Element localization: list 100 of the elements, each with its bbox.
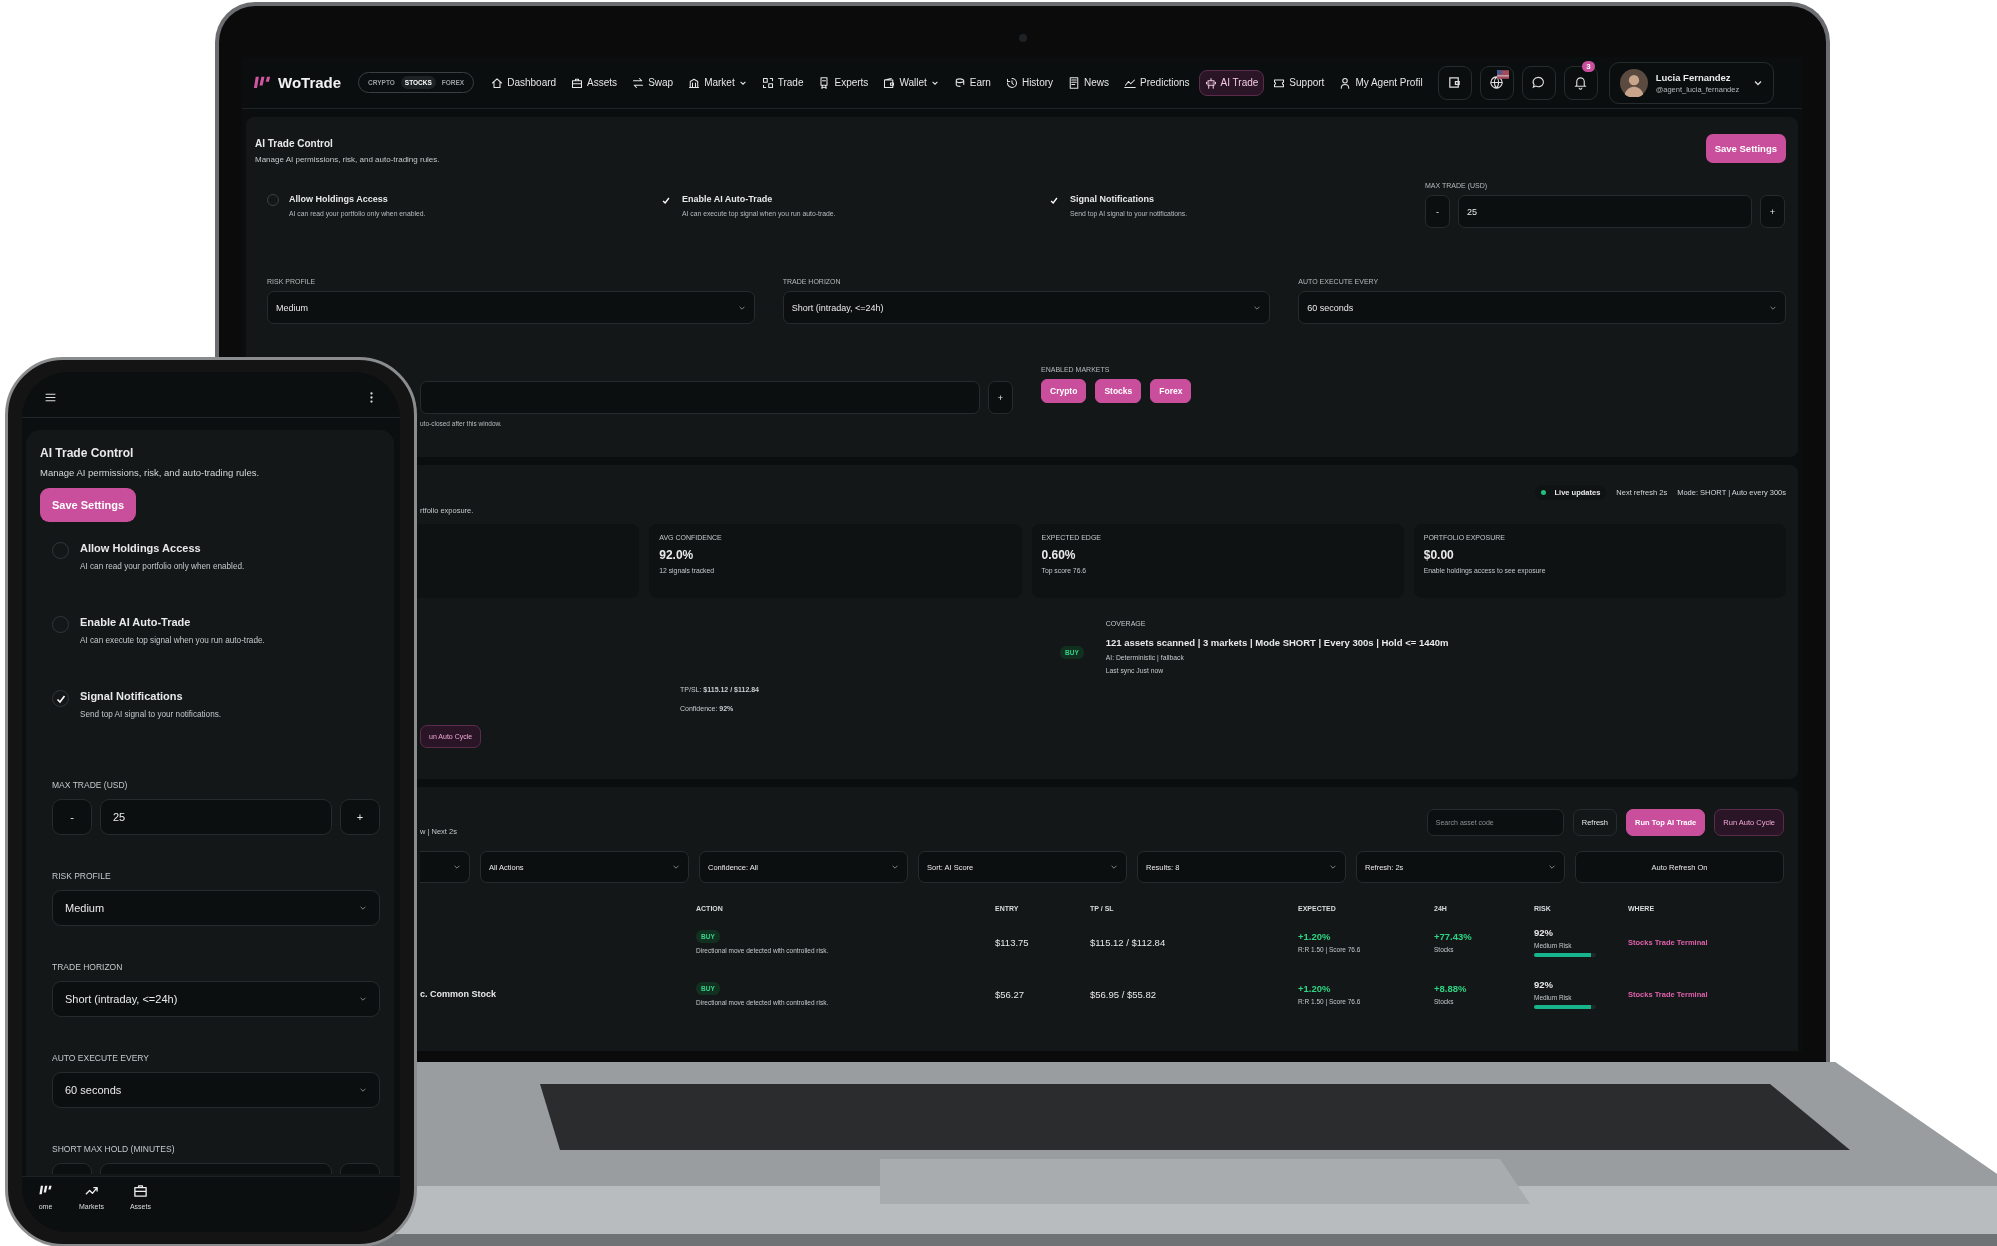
chevron-icon <box>359 1086 367 1094</box>
field-label: RISK PROFILE <box>52 871 112 881</box>
field-label: SHORT MAX HOLD (MINUTES) <box>52 1144 176 1154</box>
expected-return: +1.20% <box>1298 983 1331 994</box>
briefcase-icon <box>571 76 584 89</box>
nav-item[interactable]: Trade <box>755 69 810 96</box>
option-title: Allow Holdings Access <box>289 194 389 204</box>
increase-button[interactable]: + <box>340 799 380 835</box>
chevron-icon <box>672 863 680 871</box>
nav-item[interactable]: Experts <box>812 69 875 96</box>
camera-dot <box>1019 34 1027 42</box>
entry-price: $56.27 <box>995 988 1025 1000</box>
option-title: Allow Holdings Access <box>80 542 202 554</box>
chat-icon <box>1531 75 1547 90</box>
select-field[interactable]: 60 seconds <box>52 1072 380 1108</box>
select-field[interactable]: Medium <box>267 291 755 324</box>
notification-badge: 3 <box>1582 60 1595 72</box>
decrease-button[interactable]: - <box>52 799 92 835</box>
user-icon <box>1339 76 1352 89</box>
wallet-button[interactable] <box>1437 65 1472 100</box>
language-button[interactable] <box>1479 65 1514 100</box>
panel-title: AI Trade Control <box>40 446 135 460</box>
select-field[interactable]: Short (intraday, <=24h) <box>52 981 380 1017</box>
chevron-icon <box>453 863 461 871</box>
option-description: AI can read your portfolio only when enabled. <box>80 562 245 571</box>
expected-return: +1.20% <box>1298 931 1331 942</box>
input-field[interactable] <box>420 381 980 414</box>
chevron-icon <box>1329 863 1337 871</box>
select-field[interactable]: Medium <box>52 890 380 926</box>
chevron-icon <box>1110 863 1118 871</box>
tp-sl-price: $115.12 / $112.84 <box>1090 936 1166 948</box>
nav-item[interactable]: Market <box>682 69 753 96</box>
stat-value: 92.0% <box>659 548 695 562</box>
select-field[interactable]: Short (intraday, <=24h) <box>782 291 1271 324</box>
globe-icon <box>1489 75 1505 90</box>
avatar-icon <box>1619 68 1648 97</box>
chevron-icon <box>359 904 367 912</box>
option-title: Signal Notifications <box>80 690 184 702</box>
nav-item[interactable]: Dashboard <box>485 69 563 96</box>
market-chip[interactable]: Forex <box>1150 379 1192 403</box>
risk-value: 92% <box>1534 979 1553 990</box>
nav-item[interactable]: News <box>1062 69 1116 96</box>
chat-button[interactable] <box>1521 65 1556 100</box>
field-label: AUTO EXECUTE EVERY <box>52 1053 150 1063</box>
wallet-icon <box>1447 75 1463 90</box>
select-field[interactable]: 60 seconds <box>1298 291 1786 324</box>
nav-item[interactable]: My Agent Profil <box>1333 69 1429 96</box>
swap-icon <box>632 76 645 89</box>
nav-item[interactable]: Support <box>1267 69 1331 96</box>
stat-value: 0.60% <box>1041 548 1077 562</box>
input-field[interactable] <box>100 1163 332 1174</box>
increase-button[interactable]: + <box>988 381 1013 414</box>
panel-title: AI Trade Control <box>255 138 334 149</box>
tp-sl-price: $56.95 / $55.82 <box>1090 988 1157 1000</box>
robot-icon <box>1204 76 1217 89</box>
field-label: TRADE HORIZON <box>52 962 124 972</box>
coverage-summary: 121 assets scanned | 3 markets | Mode SHORT | Every 300s | Hold <= 1440m <box>1105 637 1449 648</box>
option-description: AI can execute top signal when you run auto-trade. <box>80 636 265 645</box>
menu-icon[interactable] <box>44 391 57 404</box>
field-label: MAX TRADE (USD) <box>52 780 129 790</box>
ticket-icon <box>1273 76 1286 89</box>
panel-subtitle: Manage AI permissions, risk, and auto-trading rules. <box>255 155 440 164</box>
chart-icon <box>1124 76 1137 89</box>
briefcase-icon <box>132 1183 148 1198</box>
nav-item[interactable]: Predictions <box>1118 69 1196 96</box>
option-description: Send top AI signal to your notifications. <box>80 710 222 719</box>
save-settings-button[interactable]: Save Settings <box>40 488 137 522</box>
save-settings-button[interactable]: Save Settings <box>1705 134 1786 163</box>
nav-item[interactable]: History <box>999 69 1060 96</box>
user-name: Lucia Fernandez <box>1655 71 1732 83</box>
flag-icon <box>1496 69 1509 79</box>
market-chip[interactable]: Stocks <box>1095 379 1142 403</box>
building-icon <box>688 76 701 89</box>
nav-item[interactable]: Assets <box>565 69 624 96</box>
bell-icon <box>1573 75 1589 90</box>
amount-field[interactable]: 25 <box>1458 195 1752 228</box>
nav-item[interactable]: AI Trade <box>1198 69 1265 96</box>
nav-item[interactable]: Swap <box>626 69 680 96</box>
brand-name: WoTrade <box>278 74 342 91</box>
nav-item[interactable]: Earn <box>947 69 997 96</box>
chevron-icon <box>1548 863 1556 871</box>
option-title: Enable AI Auto-Trade <box>682 194 774 204</box>
option-title: Enable AI Auto-Trade <box>80 616 192 628</box>
badge-icon <box>818 76 831 89</box>
risk-value: 92% <box>1534 927 1553 938</box>
nav-item[interactable]: Wallet <box>877 69 945 96</box>
select-field[interactable] <box>420 851 470 883</box>
chevron-icon <box>891 863 899 871</box>
entry-price: $113.75 <box>995 936 1029 948</box>
increase-button[interactable]: + <box>1760 195 1785 228</box>
history-icon <box>1005 76 1018 89</box>
panel-subtitle: Manage AI permissions, risk, and auto-trading rules. <box>40 467 261 478</box>
option-title: Signal Notifications <box>1070 194 1155 204</box>
amount-field[interactable]: 25 <box>100 799 332 835</box>
asset-name: c. Common Stock <box>420 989 496 999</box>
decrease-button[interactable]: - <box>1425 195 1450 228</box>
exchange-icon <box>761 76 774 89</box>
wallet-icon <box>883 76 896 89</box>
change-24h: +77.43% <box>1434 931 1472 942</box>
market-chip[interactable]: Crypto <box>1041 379 1087 403</box>
